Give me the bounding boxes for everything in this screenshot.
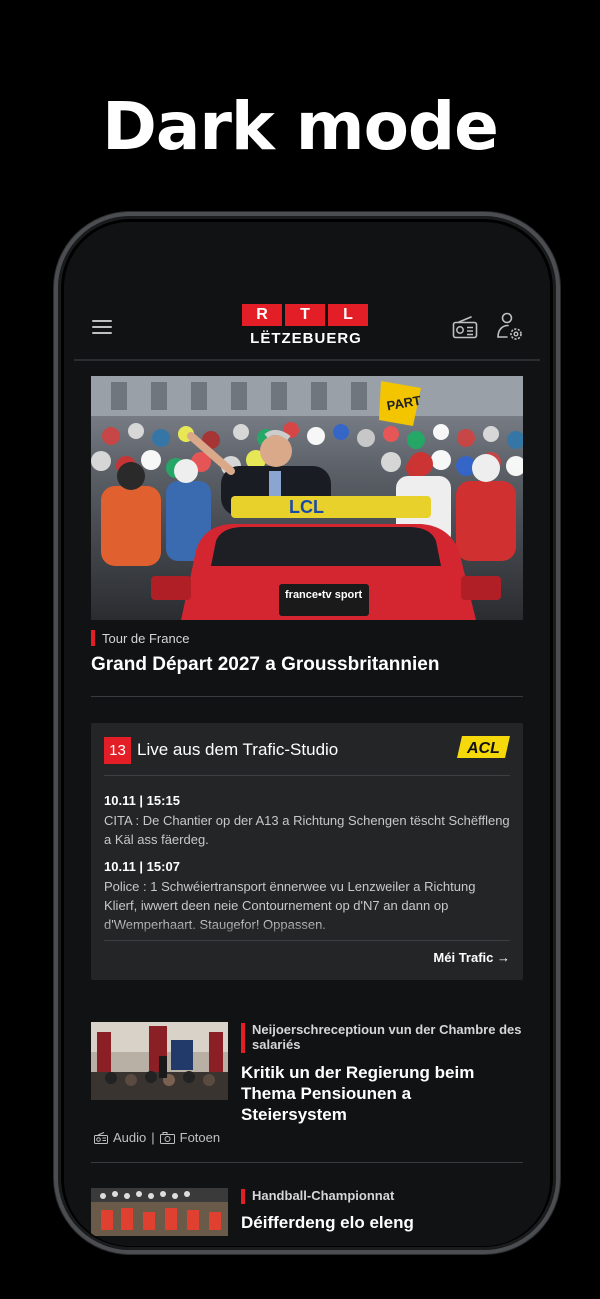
article-headline[interactable]: Kritik un der Regierung beim Thema Pensi… (241, 1062, 511, 1125)
audio-label: Audio (113, 1130, 147, 1145)
kicker-accent-bar (241, 1023, 245, 1053)
article-meta: Audio | Fotoen (94, 1130, 220, 1145)
rtl-logo[interactable]: R T L LËTZEBUERG (242, 304, 370, 347)
meta-separator: | (151, 1130, 155, 1145)
traffic-title: Live aus dem Trafic-Studio (137, 740, 339, 759)
app-screen: R T L LËTZEBUERG PART LCL france•tv spor… (64, 222, 550, 1246)
article-kicker: Neijoerschreceptioun vun der Chambre des… (241, 1022, 522, 1053)
traffic-card[interactable]: 13 Live aus dem Trafic-Studio ACL 10.11 … (91, 723, 523, 980)
article-item[interactable]: Handball-Championnat Déifferdeng elo ele… (91, 1188, 523, 1246)
car-roof-text: LCL (289, 497, 324, 517)
traffic-count-badge: 13 (104, 737, 131, 764)
traffic-item-time: 10.11 | 15:07 (104, 859, 180, 874)
camera-icon (159, 1131, 175, 1144)
radio-icon (94, 1131, 108, 1144)
logo-letter: T (285, 304, 325, 326)
header-divider (74, 359, 540, 361)
kicker-accent-bar (241, 1189, 245, 1204)
radio-icon[interactable] (452, 316, 478, 340)
article-divider (91, 1162, 523, 1163)
hero-divider (91, 696, 523, 697)
article-thumbnail[interactable] (91, 1022, 228, 1100)
hero-image[interactable]: PART LCL france•tv sport (91, 376, 523, 620)
traffic-bottom-divider (104, 940, 510, 941)
acl-logo: ACL (457, 736, 510, 758)
article-thumbnail[interactable] (91, 1188, 228, 1236)
traffic-divider (104, 775, 510, 776)
article-headline[interactable]: Déifferdeng elo eleng (241, 1212, 511, 1233)
more-traffic-link[interactable]: Méi Trafic → (433, 950, 510, 965)
logo-letter: L (328, 304, 368, 326)
acl-logo-text: ACL (466, 740, 500, 757)
article-item[interactable]: Neijoerschreceptioun vun der Chambre des… (91, 1022, 523, 1152)
photos-label: Fotoen (179, 1130, 221, 1145)
traffic-item-time: 10.11 | 15:15 (104, 793, 180, 808)
logo-subtitle: LËTZEBUERG (250, 330, 362, 347)
hero-kicker[interactable]: Tour de France (91, 630, 189, 646)
promo-title: Dark mode (102, 88, 499, 165)
hero-kicker-label: Tour de France (102, 630, 190, 646)
traffic-item: 10.11 | 15:15 CITA : De Chantier op der … (104, 793, 510, 849)
app-header: R T L LËTZEBUERG (64, 222, 550, 361)
article-kicker-label: Handball-Championnat (252, 1188, 395, 1203)
car-badge-text: france•tv sport (285, 589, 363, 601)
logo-letter: R (242, 304, 282, 326)
article-kicker-label: Neijoerschreceptioun vun der Chambre des… (252, 1022, 522, 1052)
article-kicker: Handball-Championnat (241, 1188, 522, 1204)
traffic-item-text: CITA : De Chantier op der A13 a Richtung… (104, 813, 510, 847)
kicker-accent-bar (91, 630, 95, 646)
user-settings-icon[interactable] (496, 312, 524, 342)
traffic-list[interactable]: 10.11 | 15:15 CITA : De Chantier op der … (104, 793, 510, 943)
hamburger-menu-icon[interactable] (92, 320, 112, 334)
hero-headline[interactable]: Grand Départ 2027 a Groussbritannien (91, 654, 523, 676)
